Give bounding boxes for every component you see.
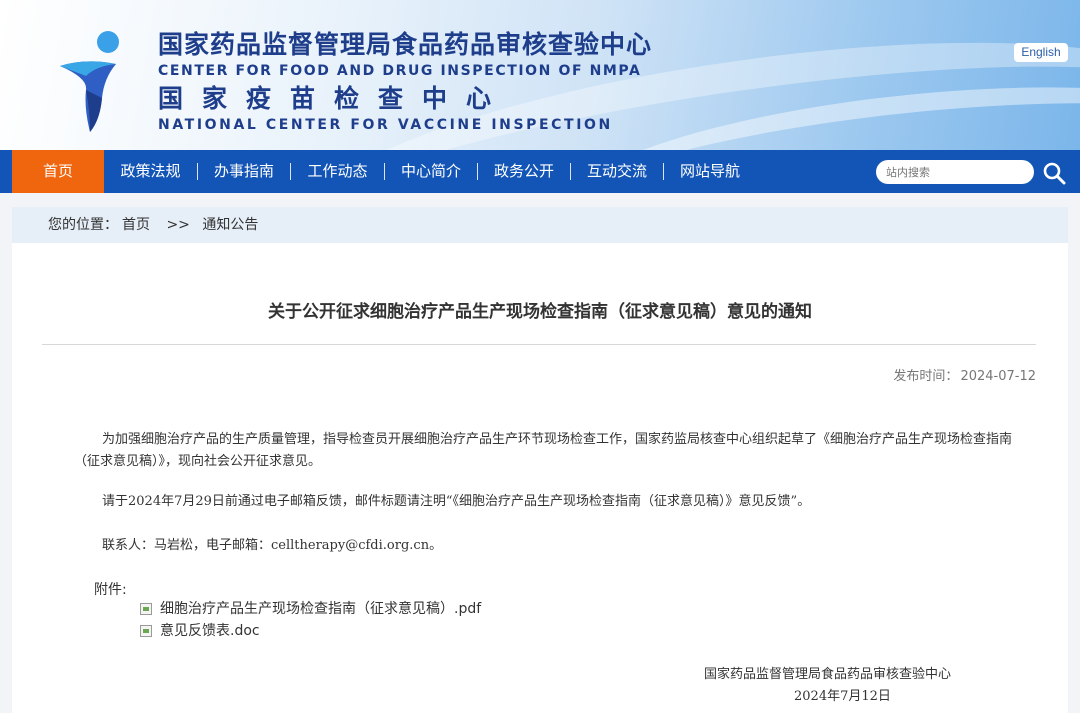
site-subtitle-en: NATIONAL CENTER FOR VACCINE INSPECTION	[158, 117, 613, 133]
file-image-icon	[140, 603, 152, 615]
breadcrumb-current-link[interactable]: 通知公告	[202, 217, 258, 233]
article-title: 关于公开征求细胞治疗产品生产现场检查指南（征求意见稿）意见的通知	[268, 302, 812, 322]
nav-item-interaction[interactable]: 互动交流	[571, 150, 663, 193]
site-title-cn: 国家药品监督管理局食品药品审核查验中心	[158, 30, 653, 59]
attachment-link-doc[interactable]: 意见反馈表.doc	[140, 621, 260, 641]
signature-organization: 国家药品监督管理局食品药品审核查验中心	[704, 667, 952, 682]
site-title-block: 国家药品监督管理局食品药品审核查验中心 CENTER FOR FOOD AND …	[158, 30, 652, 134]
search-icon[interactable]	[1042, 161, 1066, 185]
article-paragraph: 请于2024年7月29日前通过电子邮箱反馈，邮件标题请注明“《细胞治疗产品生产现…	[102, 494, 811, 509]
nav-item-sitemap[interactable]: 网站导航	[664, 150, 756, 193]
article-paragraph: 联系人：马岩松，电子邮箱：celltherapy@cfdi.org.cn。	[102, 538, 443, 553]
site-subtitle-cn: 国家疫苗检查中心	[158, 84, 511, 113]
site-title-en: CENTER FOR FOOD AND DRUG INSPECTION OF N…	[158, 63, 642, 79]
title-divider	[42, 344, 1036, 345]
breadcrumb-prefix: 您的位置：	[48, 217, 118, 233]
signature-date: 2024年7月12日	[794, 689, 891, 704]
attachment-filename[interactable]: 细胞治疗产品生产现场检查指南（征求意见稿）.pdf	[160, 601, 481, 617]
article-panel: 关于公开征求细胞治疗产品生产现场检查指南（征求意见稿）意见的通知 发布时间： 20…	[12, 243, 1068, 713]
nav-item-news[interactable]: 工作动态	[291, 150, 384, 193]
breadcrumb-home-link[interactable]: 首页	[122, 217, 150, 233]
nav-item-disclosure[interactable]: 政务公开	[478, 150, 570, 193]
english-button[interactable]: English	[1014, 43, 1068, 62]
breadcrumb-separator: >>	[166, 217, 190, 233]
publish-date: 发布时间： 2024-07-12	[891, 365, 1036, 384]
attachment-link-pdf[interactable]: 细胞治疗产品生产现场检查指南（征求意见稿）.pdf	[140, 599, 481, 619]
nav-item-home[interactable]: 首页	[12, 150, 104, 193]
article-paragraph: 为加强细胞治疗产品的生产质量管理，指导检查员开展细胞治疗产品生产环节现场检查工作…	[74, 432, 1013, 469]
nav-item-guide[interactable]: 办事指南	[198, 150, 290, 193]
site-logo-icon[interactable]	[56, 28, 136, 138]
breadcrumb-trail: 您的位置： 首页 >> 通知公告	[48, 207, 262, 243]
publish-date-value: 2024-07-12	[960, 369, 1036, 384]
breadcrumb: 您的位置： 首页 >> 通知公告	[12, 207, 1068, 243]
site-header: 国家药品监督管理局食品药品审核查验中心 CENTER FOR FOOD AND …	[0, 0, 1080, 150]
attachment-filename[interactable]: 意见反馈表.doc	[160, 623, 260, 639]
nav-item-about[interactable]: 中心简介	[385, 150, 477, 193]
main-nav: 首页 政策法规 办事指南 工作动态 中心简介 政务公开 互动交流 网站导航	[0, 150, 1080, 193]
search-input[interactable]	[876, 160, 1034, 184]
publish-date-label: 发布时间：	[893, 369, 959, 384]
file-image-icon	[140, 625, 152, 637]
attachments-label: 附件:	[94, 582, 127, 598]
nav-item-policies[interactable]: 政策法规	[104, 150, 197, 193]
